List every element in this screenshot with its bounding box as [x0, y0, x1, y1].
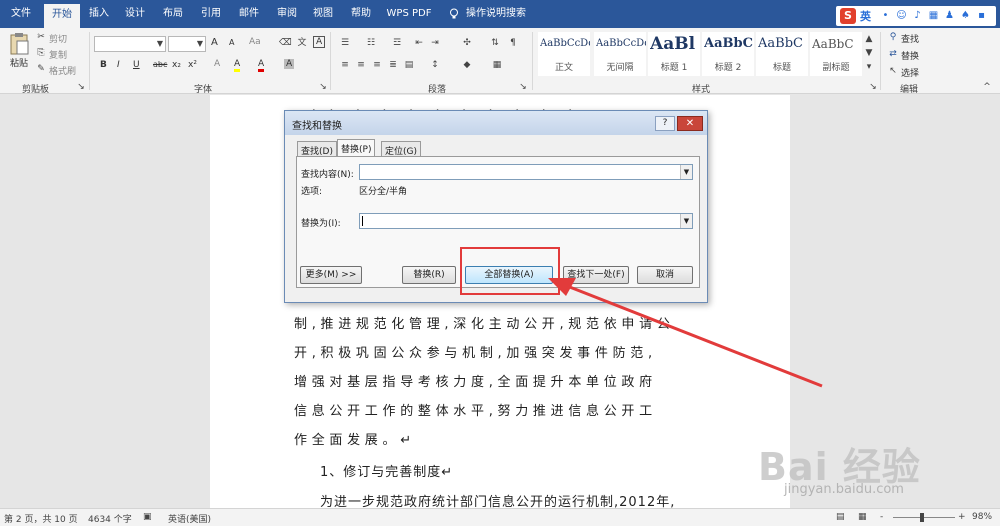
zoom-in-button[interactable]: + — [958, 512, 966, 522]
page-count[interactable]: 第 2 页，共 10 页 — [4, 512, 78, 525]
zoom-level[interactable]: 98% — [972, 512, 992, 522]
language-status[interactable]: 英语(美国) — [168, 512, 211, 525]
status-bar: 第 2 页，共 10 页 4634 个字 ▣ 英语(美国) ▤ ▦ - + 98… — [0, 508, 1000, 526]
baidu-jingyan-watermark: Bai 经验 jingyan.baidu.com — [758, 436, 921, 497]
zoom-slider[interactable] — [893, 517, 955, 518]
read-mode-icon[interactable]: ▤ — [836, 512, 845, 522]
word-count[interactable]: 4634 个字 — [88, 512, 132, 525]
zoom-slider-thumb[interactable] — [920, 513, 924, 522]
watermark-url: jingyan.baidu.com — [784, 482, 904, 497]
print-layout-icon[interactable]: ▦ — [858, 512, 867, 522]
proofing-icon[interactable]: ▣ — [143, 512, 152, 522]
zoom-out-button[interactable]: - — [880, 512, 883, 522]
